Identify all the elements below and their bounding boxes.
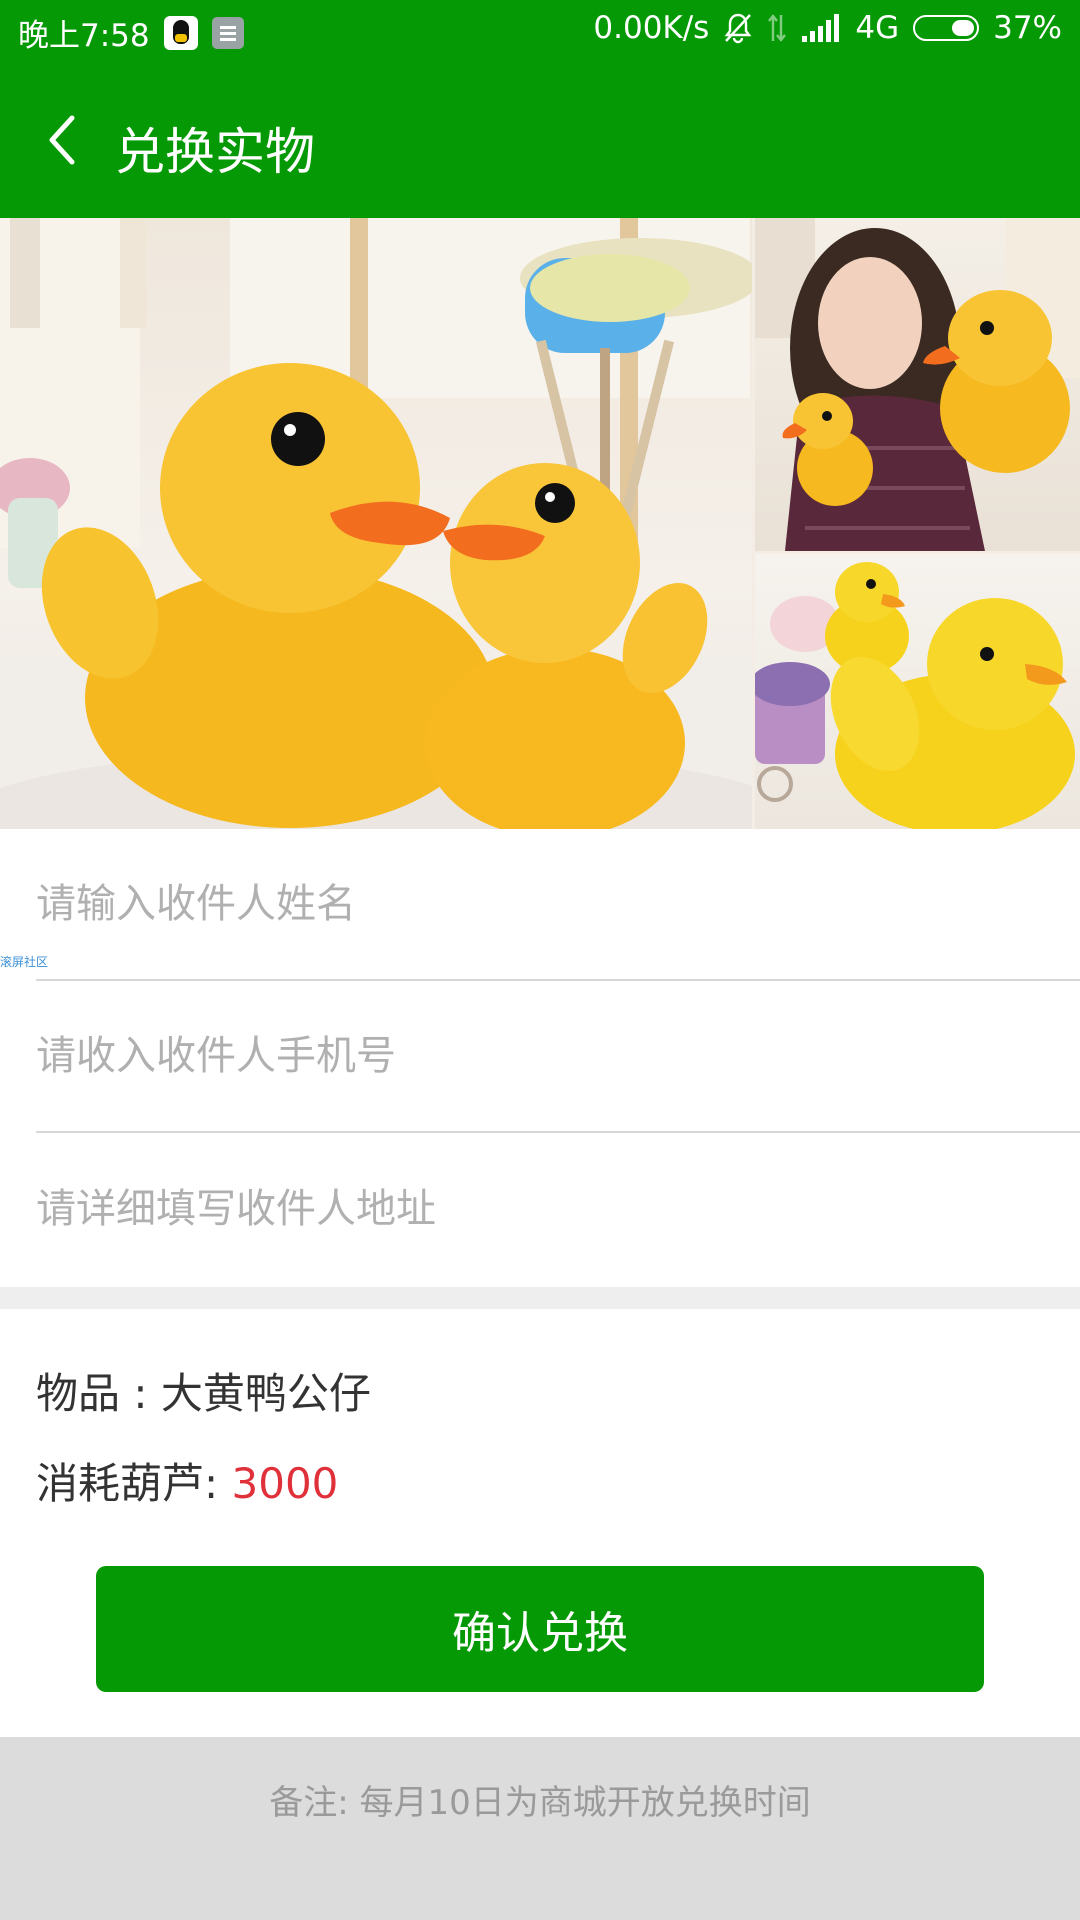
recipient-address-input[interactable] <box>36 1133 1080 1285</box>
product-gallery <box>0 218 1080 829</box>
girl-holding-duck-plush-photo[interactable] <box>755 218 1080 551</box>
watermark-text: 滚屏社区 <box>0 955 49 969</box>
status-bar: 晚上7:58 0.00K/s 4G 37% <box>0 0 1080 60</box>
battery-icon <box>913 15 980 41</box>
network-type: 4G <box>855 10 900 46</box>
app-bar: 兑换实物 <box>0 60 1080 218</box>
item-cost: 消耗葫芦: 3000 <box>36 1450 338 1511</box>
recipient-name-input[interactable] <box>36 829 1080 979</box>
cost-value: 3000 <box>231 1459 339 1508</box>
status-time: 晚上7:58 <box>18 18 150 54</box>
battery-level: 37% <box>993 10 1062 46</box>
stacked-duck-plush-photo[interactable] <box>755 554 1080 829</box>
recipient-phone-input[interactable] <box>36 981 1080 1131</box>
footer: 备注: 每月10日为商城开放兑换时间 <box>0 1737 1080 1920</box>
two-yellow-duck-plush-photo[interactable] <box>0 218 752 829</box>
message-icon <box>211 16 244 49</box>
network-speed: 0.00K/s <box>593 10 710 46</box>
recipient-address-row <box>36 1133 1080 1285</box>
recipient-name-row <box>36 829 1080 981</box>
signal-icon <box>802 14 840 42</box>
qq-icon <box>163 15 198 50</box>
item-name: 物品 : 大黄鸭公仔 <box>36 1369 371 1418</box>
page-title: 兑换实物 <box>115 123 315 181</box>
chevron-left-icon[interactable] <box>36 110 96 170</box>
footer-note: 备注: 每月10日为商城开放兑换时间 <box>269 1783 811 1823</box>
section-divider <box>0 1287 1080 1309</box>
data-arrows-icon <box>768 14 787 42</box>
recipient-phone-row <box>36 981 1080 1133</box>
cost-label: 消耗葫芦: <box>36 1459 232 1508</box>
confirm-exchange-button[interactable]: 确认兑换 <box>96 1566 984 1692</box>
mute-bell-icon <box>724 13 752 44</box>
